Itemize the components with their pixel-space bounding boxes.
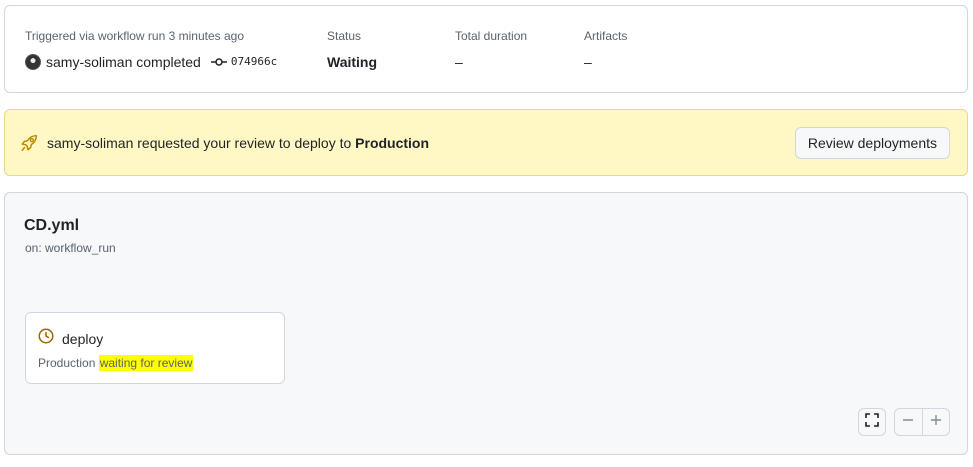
actor-name[interactable]: samy-soliman <box>46 52 132 72</box>
clock-icon <box>38 328 54 349</box>
requester-name[interactable]: samy-soliman <box>47 135 133 151</box>
environment-name: Production <box>355 134 430 151</box>
duration-column: Total duration – <box>455 28 527 72</box>
banner-message: samy-soliman requested your review to de… <box>47 135 429 151</box>
rocket-icon <box>20 134 38 152</box>
artifacts-value: – <box>584 54 592 70</box>
duration-label: Total duration <box>455 29 528 43</box>
trigger-details: samy-soliman completed 074966c <box>25 52 277 72</box>
deployment-review-banner: samy-soliman requested your review to de… <box>4 109 968 176</box>
duration-value: – <box>455 54 463 70</box>
job-header: deploy <box>38 328 103 349</box>
run-summary-panel: Triggered via workflow run 3 minutes ago… <box>4 5 968 93</box>
job-name: deploy <box>62 330 104 347</box>
artifacts-label: Artifacts <box>584 29 628 43</box>
job-environment: Production <box>38 356 96 370</box>
trigger-label[interactable]: Triggered via workflow run 3 minutes ago <box>25 28 277 44</box>
commit-sha-link[interactable]: 074966c <box>231 52 277 72</box>
trigger-action: completed <box>136 54 201 70</box>
workflow-trigger: on: workflow_run <box>25 241 116 255</box>
zoom-out-button[interactable] <box>895 409 922 435</box>
workflow-graph-panel: CD.yml on: workflow_run deploy Productio… <box>4 192 968 455</box>
artifacts-column: Artifacts – <box>584 28 627 72</box>
workflow-file-name: CD.yml <box>24 217 80 234</box>
fullscreen-icon <box>864 412 880 433</box>
zoom-controls <box>894 408 950 436</box>
zoom-in-button[interactable] <box>921 409 949 435</box>
job-status-line: Production waiting for review <box>38 355 194 371</box>
status-column: Status Waiting <box>327 28 377 72</box>
fullscreen-button[interactable] <box>858 408 886 436</box>
zoom-out-icon <box>901 413 915 432</box>
job-status-text: waiting for review <box>98 355 194 371</box>
review-deployments-button[interactable]: Review deployments <box>794 127 950 159</box>
avatar[interactable] <box>25 54 41 70</box>
git-commit-icon <box>210 54 227 70</box>
banner-message-text: requested your review to deploy to <box>133 134 356 151</box>
trigger-column: Triggered via workflow run 3 minutes ago… <box>25 28 277 72</box>
status-label: Status <box>327 29 362 43</box>
zoom-in-icon <box>929 413 943 432</box>
status-value: Waiting <box>327 54 378 70</box>
job-card-deploy[interactable]: deploy Production waiting for review <box>25 312 285 384</box>
